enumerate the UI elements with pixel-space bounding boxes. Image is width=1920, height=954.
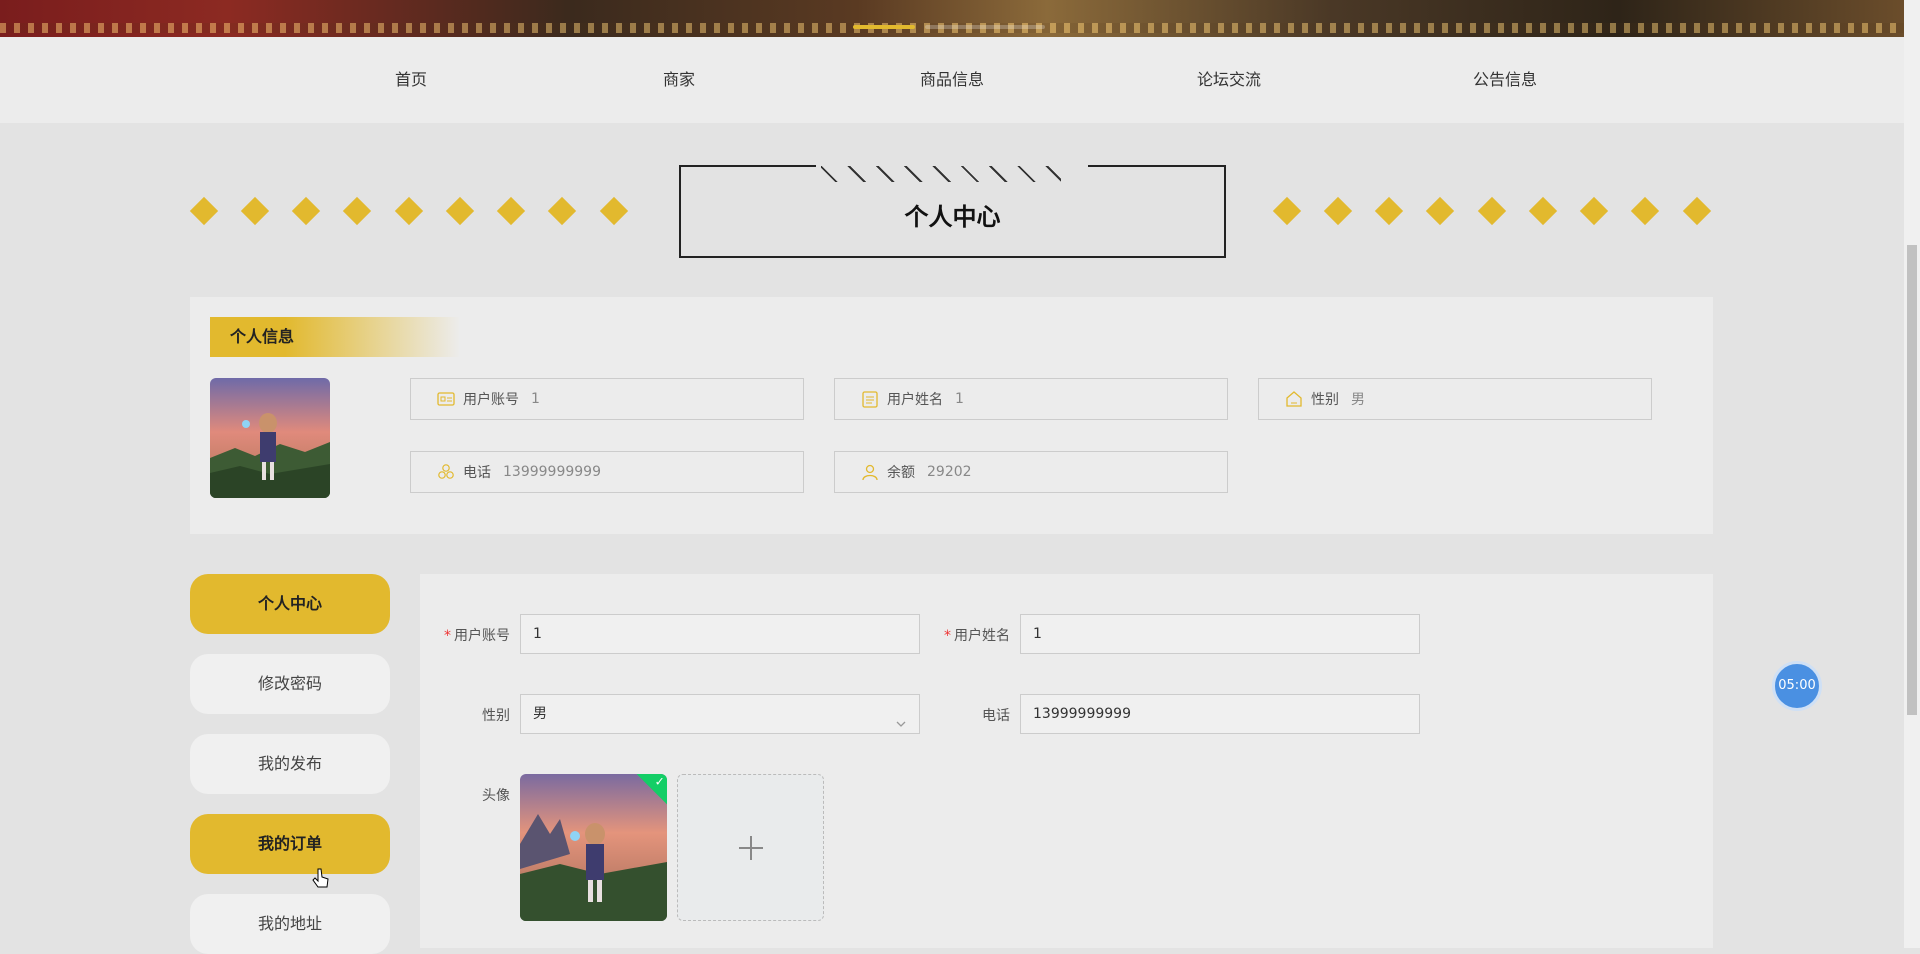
nav-item-home[interactable]: 首页 [395,37,427,123]
page-title-box: 个人中心 [679,164,1226,258]
nav-item-announcements[interactable]: 公告信息 [1473,37,1537,123]
sidebar-item-change-password[interactable]: 修改密码 [190,654,390,714]
home-icon [1285,390,1303,408]
profile-field-label: 余额 [887,465,915,481]
profile-info-panel: 个人信息 用户账号 1 用户姓名 1 性别 男 电话 13999999999 余… [190,297,1713,534]
page-scrollbar[interactable] [1904,0,1920,948]
page-title-section: 个人中心 [189,164,1714,258]
diamond-decoration [1374,196,1404,226]
diamond-decoration [445,196,475,226]
profile-field-value: 13999999999 [503,464,601,480]
diamond-decoration [599,196,629,226]
profile-field-value: 1 [955,391,964,407]
top-banner-image [0,0,1904,37]
profile-field-label: 电话 [463,465,491,481]
gender-select[interactable]: 男 [520,694,920,734]
diamond-decoration [496,196,526,226]
user-icon [861,463,879,481]
id-card-icon [437,390,455,408]
profile-edit-form: *用户账号 1 *用户姓名 1 性别 男 电话 13999999999 头像 [420,574,1713,948]
right-diamond-row [1272,196,1713,226]
carousel-indicator-active[interactable] [853,25,915,29]
sidebar-item-my-orders[interactable]: 我的订单 [190,814,390,874]
profile-field-name: 用户姓名 1 [834,378,1228,420]
diamond-decoration [291,196,321,226]
profile-avatar [210,378,330,498]
nav-item-forum[interactable]: 论坛交流 [1197,37,1261,123]
document-icon [861,390,879,408]
phone-label: 电话 [982,708,1010,724]
profile-field-phone: 电话 13999999999 [410,451,804,493]
diamond-decoration [240,196,270,226]
phone-input[interactable]: 13999999999 [1020,694,1420,734]
sidebar-item-my-address[interactable]: 我的地址 [190,894,390,954]
carousel-indicator[interactable] [925,25,1045,29]
check-icon: ✓ [654,774,665,789]
diamond-decoration [1323,196,1353,226]
diamond-decoration [1528,196,1558,226]
uploaded-avatar-thumbnail[interactable]: ✓ [520,774,667,921]
chevron-down-icon [895,707,907,727]
mouse-cursor-icon [312,868,330,896]
diamond-decoration [547,196,577,226]
hatch-decoration [821,166,1061,182]
sidebar-item-personal-center[interactable]: 个人中心 [190,574,390,634]
account-input[interactable]: 1 [520,614,920,654]
nav-item-merchants[interactable]: 商家 [663,37,695,123]
gender-label: 性别 [482,708,510,724]
profile-field-label: 用户账号 [463,392,519,408]
profile-field-label: 性别 [1311,392,1339,408]
account-label: * 用户账号 [444,628,510,644]
profile-field-value: 29202 [927,464,972,480]
avatar-label: 头像 [482,788,510,804]
diamond-decoration [1425,196,1455,226]
name-label: * 用户姓名 [944,628,1010,644]
sidebar-item-my-posts[interactable]: 我的发布 [190,734,390,794]
diamond-decoration [1477,196,1507,226]
diamond-decoration [342,196,372,226]
cubes-icon [437,463,455,481]
profile-field-value: 男 [1351,392,1365,408]
diamond-decoration [394,196,424,226]
profile-field-account: 用户账号 1 [410,378,804,420]
profile-section-title: 个人信息 [210,317,460,357]
diamond-decoration [1630,196,1660,226]
diamond-decoration [1579,196,1609,226]
diamond-decoration [1272,196,1302,226]
profile-field-gender: 性别 男 [1258,378,1652,420]
profile-field-balance: 余额 29202 [834,451,1228,493]
profile-field-value: 1 [531,391,540,407]
scrollbar-thumb[interactable] [1907,245,1917,715]
diamond-decoration [189,196,219,226]
countdown-timer[interactable]: 05:00 [1772,661,1822,711]
name-input[interactable]: 1 [1020,614,1420,654]
page-title: 个人中心 [904,203,1001,231]
avatar-upload-button[interactable] [677,774,824,921]
nav-item-products[interactable]: 商品信息 [920,37,984,123]
diamond-decoration [1682,196,1712,226]
profile-field-label: 用户姓名 [887,392,943,408]
left-diamond-row [189,196,630,226]
main-nav: 首页 商家 商品信息 论坛交流 公告信息 [0,37,1904,123]
